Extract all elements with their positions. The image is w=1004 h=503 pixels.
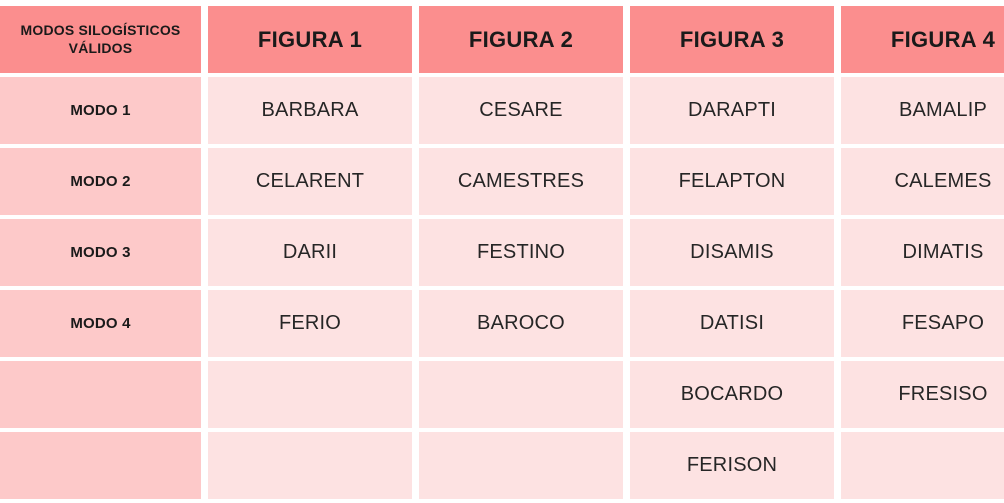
cell-modo-2-figura-3: FELAPTON [630, 148, 834, 215]
cell-modo-5-figura-2 [419, 361, 623, 428]
cell-modo-3-figura-3: DISAMIS [630, 219, 834, 286]
table-body: MODO 1 BARBARA CESARE DARAPTI BAMALIP MO… [0, 77, 1004, 499]
cell-modo-5-figura-4: FRESISO [841, 361, 1004, 428]
cell-modo-4-figura-1: FERIO [208, 290, 412, 357]
cell-modo-3-figura-1: DARII [208, 219, 412, 286]
cell-modo-4-figura-4: FESAPO [841, 290, 1004, 357]
cell-modo-6-figura-1 [208, 432, 412, 499]
cell-modo-1-figura-1: BARBARA [208, 77, 412, 144]
cell-modo-2-figura-1: CELARENT [208, 148, 412, 215]
table-row: MODO 3 DARII FESTINO DISAMIS DIMATIS [0, 219, 1004, 286]
cell-modo-3-figura-2: FESTINO [419, 219, 623, 286]
corner-header-line-1: MODOS SILOGÍSTICOS [20, 22, 181, 38]
row-label-modo-4: MODO 4 [0, 290, 201, 357]
table-row: BOCARDO FRESISO [0, 361, 1004, 428]
corner-header-line-2: VÁLIDOS [68, 39, 133, 56]
corner-header-cell: MODOS SILOGÍSTICOS VÁLIDOS [0, 6, 201, 73]
cell-modo-4-figura-3: DATISI [630, 290, 834, 357]
table-row: MODO 1 BARBARA CESARE DARAPTI BAMALIP [0, 77, 1004, 144]
cell-modo-6-figura-3: FERISON [630, 432, 834, 499]
cell-modo-1-figura-4: BAMALIP [841, 77, 1004, 144]
cell-modo-4-figura-2: BAROCO [419, 290, 623, 357]
row-label-modo-1: MODO 1 [0, 77, 201, 144]
column-header-figura-4: FIGURA 4 [841, 6, 1004, 73]
table-head: MODOS SILOGÍSTICOS VÁLIDOS FIGURA 1 FIGU… [0, 6, 1004, 73]
cell-modo-5-figura-1 [208, 361, 412, 428]
valid-syllogistic-moods-table: MODOS SILOGÍSTICOS VÁLIDOS FIGURA 1 FIGU… [0, 2, 1004, 503]
row-label-modo-5 [0, 361, 201, 428]
row-label-modo-2: MODO 2 [0, 148, 201, 215]
row-label-modo-6 [0, 432, 201, 499]
table-row: MODO 4 FERIO BAROCO DATISI FESAPO [0, 290, 1004, 357]
row-label-modo-3: MODO 3 [0, 219, 201, 286]
cell-modo-5-figura-3: BOCARDO [630, 361, 834, 428]
column-header-figura-1: FIGURA 1 [208, 6, 412, 73]
cell-modo-1-figura-2: CESARE [419, 77, 623, 144]
cell-modo-6-figura-4 [841, 432, 1004, 499]
table-row: MODO 2 CELARENT CAMESTRES FELAPTON CALEM… [0, 148, 1004, 215]
cell-modo-3-figura-4: DIMATIS [841, 219, 1004, 286]
syllogism-table-container: MODOS SILOGÍSTICOS VÁLIDOS FIGURA 1 FIGU… [0, 0, 1004, 500]
cell-modo-2-figura-4: CALEMES [841, 148, 1004, 215]
cell-modo-6-figura-2 [419, 432, 623, 499]
header-row: MODOS SILOGÍSTICOS VÁLIDOS FIGURA 1 FIGU… [0, 6, 1004, 73]
cell-modo-2-figura-2: CAMESTRES [419, 148, 623, 215]
column-header-figura-2: FIGURA 2 [419, 6, 623, 73]
column-header-figura-3: FIGURA 3 [630, 6, 834, 73]
table-row: FERISON [0, 432, 1004, 499]
cell-modo-1-figura-3: DARAPTI [630, 77, 834, 144]
